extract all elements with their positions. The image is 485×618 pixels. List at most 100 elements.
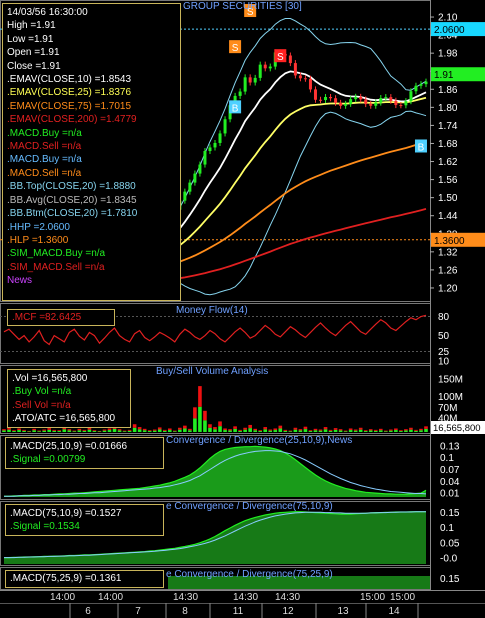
volume-sell-bar-66 bbox=[333, 428, 338, 430]
info-close: Close =1.91 bbox=[7, 60, 61, 72]
volume-buy-bar-55 bbox=[278, 428, 283, 432]
volume-sell-bar-41 bbox=[208, 424, 212, 428]
time-label-5: 15:00 bbox=[360, 592, 385, 603]
info-ato-atc: .ATO/ATC =16,565,800 bbox=[12, 413, 116, 425]
volume-sell-bar-44 bbox=[223, 428, 227, 431]
volume-buy-bar-42 bbox=[213, 429, 217, 432]
volume-buy-bar-57 bbox=[288, 431, 293, 432]
time-label-2: 14:30 bbox=[173, 592, 198, 603]
volume-buy-bar-19 bbox=[97, 431, 102, 432]
info-hlp: .HLP =1.3600 bbox=[7, 234, 69, 246]
volume-sell-bar-78 bbox=[394, 428, 398, 431]
info-ema200: .EMAV(CLOSE,200) =1.4779 bbox=[7, 114, 137, 126]
info-ema25: .EMAV(CLOSE,25) =1.8376 bbox=[7, 87, 132, 99]
volume-buy-bar-70 bbox=[353, 430, 358, 432]
volume-buy-bar-13 bbox=[67, 430, 72, 432]
time-label-1: 14:00 bbox=[98, 592, 123, 603]
candle-body-82 bbox=[414, 85, 418, 92]
macd3-info-box: .MACD(75,25,9) =0.1361 bbox=[5, 570, 164, 588]
volume-buy-bar-80 bbox=[404, 430, 408, 432]
vol-tick-label-0: 150M bbox=[438, 375, 463, 386]
candle-body-79 bbox=[399, 105, 403, 107]
volume-sell-bar-46 bbox=[233, 426, 237, 429]
volume-buy-bar-68 bbox=[343, 431, 348, 432]
volume-sell-bar-80 bbox=[404, 429, 408, 431]
volume-buy-bar-15 bbox=[77, 430, 82, 432]
volume-panel-title: Buy/Sell Volume Analysis bbox=[156, 366, 269, 377]
volume-sell-bar-25 bbox=[127, 429, 132, 431]
volume-buy-bar-9 bbox=[47, 429, 52, 432]
macd3-tick-label-0: 0.15 bbox=[440, 574, 460, 585]
candle-body-64 bbox=[324, 96, 328, 101]
candle-body-84 bbox=[424, 81, 428, 85]
volume-sell-bar-53 bbox=[268, 429, 273, 431]
volume-buy-bar-84 bbox=[424, 428, 428, 432]
volume-buy-bar-60 bbox=[303, 429, 308, 432]
bb-top-badge: 2.0600 bbox=[434, 25, 465, 36]
volume-buy-bar-21 bbox=[107, 430, 112, 432]
volume-buy-bar-31 bbox=[157, 429, 162, 432]
volume-buy-bar-33 bbox=[167, 430, 172, 432]
volume-sell-bar-0 bbox=[2, 429, 6, 431]
volume-buy-bar-6 bbox=[32, 430, 36, 432]
price-panel-title: GROUP SECURITIES [30] bbox=[183, 1, 302, 12]
volume-buy-bar-0 bbox=[2, 430, 6, 432]
volume-sell-bar-67 bbox=[338, 429, 343, 431]
volume-buy-bar-8 bbox=[42, 430, 46, 432]
volume-sell-bar-56 bbox=[283, 429, 288, 431]
volume-buy-bar-34 bbox=[173, 431, 177, 432]
info-news[interactable]: News bbox=[7, 274, 176, 287]
day-label-5: 13 bbox=[337, 606, 349, 617]
macd1-tick-label-1: 0.1 bbox=[440, 453, 454, 464]
volume-sell-bar-4 bbox=[22, 429, 26, 431]
time-label-4: 14:30 bbox=[275, 592, 300, 603]
volume-sell-bar-82 bbox=[414, 429, 418, 431]
macd2-tick-label-2: 0.05 bbox=[440, 538, 460, 549]
candle-body-65 bbox=[329, 96, 333, 99]
info-macd2: .MACD(75,10,9) =0.1527 bbox=[10, 508, 122, 519]
volume-buy-bar-50 bbox=[253, 430, 257, 432]
candle-body-70 bbox=[354, 96, 358, 100]
volume-sell-bar-55 bbox=[278, 425, 283, 429]
volume-sell-bar-75 bbox=[378, 428, 383, 431]
volume-sell-bar-10 bbox=[52, 429, 57, 431]
candle-body-39 bbox=[198, 164, 202, 174]
volume-buy-bar-77 bbox=[389, 430, 393, 432]
macd1-tick-label-2: 0.07 bbox=[440, 465, 460, 476]
moneyflow-panel-title: Money Flow(14) bbox=[176, 305, 248, 316]
candle-body-36 bbox=[183, 191, 187, 201]
info-time: 14/03/56 16:30:00 bbox=[7, 7, 88, 18]
macd2-tick-label-0: 0.15 bbox=[440, 508, 460, 519]
candle-body-52 bbox=[263, 64, 267, 69]
volume-sell-bar-48 bbox=[243, 427, 247, 430]
volume-buy-bar-27 bbox=[137, 429, 142, 432]
volume-sell-bar-3 bbox=[17, 428, 21, 431]
info-bb-avg: .BB.Avg(CLOSE,20) =1.8345 bbox=[7, 194, 137, 206]
volume-sell-bar-37 bbox=[188, 428, 192, 431]
candle-body-74 bbox=[374, 102, 378, 106]
volume-sell-bar-33 bbox=[167, 428, 172, 431]
price-tick-label-14: 1.26 bbox=[438, 265, 458, 276]
candle-body-42 bbox=[213, 142, 217, 148]
volume-sell-bar-74 bbox=[373, 429, 378, 431]
volume-buy-bar-43 bbox=[218, 426, 222, 432]
vol-tick-label-1: 100M bbox=[438, 392, 463, 403]
price-tick-label-2: 1.98 bbox=[438, 49, 458, 60]
info-macd3: .MACD(75,25,9) =0.1361 bbox=[10, 573, 122, 584]
volume-sell-bar-11 bbox=[57, 430, 62, 432]
volume-buy-bar-52 bbox=[263, 429, 268, 432]
volume-sell-bar-72 bbox=[363, 430, 368, 432]
candle-body-76 bbox=[384, 97, 388, 99]
candle-body-83 bbox=[419, 84, 423, 86]
volume-buy-bar-63 bbox=[318, 430, 323, 432]
volume-buy-bar-11 bbox=[57, 431, 62, 432]
volume-info-box: .Vol =16,565,800 .Buy Vol =n/a .Sell Vol… bbox=[7, 369, 131, 428]
hlp-badge: 1.3600 bbox=[434, 236, 465, 247]
price-tick-label-6: 1.74 bbox=[438, 121, 458, 132]
candle-body-81 bbox=[409, 91, 413, 102]
volume-sell-bar-21 bbox=[107, 428, 112, 431]
info-macd-buy-1: .MACD.Buy =n/a bbox=[7, 127, 82, 139]
candle-body-71 bbox=[359, 96, 363, 100]
volume-buy-bar-49 bbox=[248, 428, 252, 432]
volume-sell-bar-47 bbox=[238, 429, 242, 431]
